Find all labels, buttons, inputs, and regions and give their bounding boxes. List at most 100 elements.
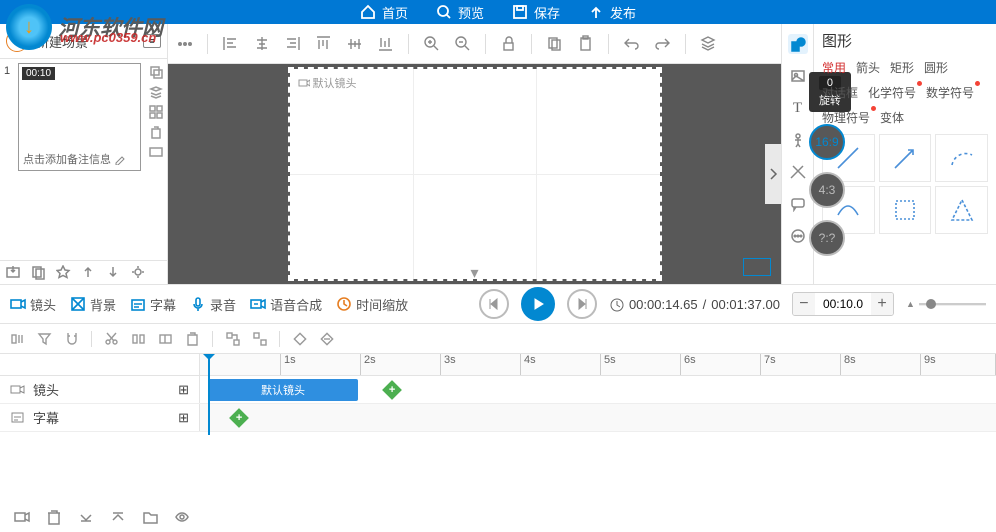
tab-variant[interactable]: 变体 xyxy=(880,109,904,126)
eye-icon[interactable] xyxy=(174,509,190,525)
playhead[interactable] xyxy=(208,354,210,435)
undo-icon[interactable] xyxy=(623,35,640,52)
aspect-16-9[interactable]: 16:9 xyxy=(809,124,845,160)
keyframe-marker[interactable]: + xyxy=(382,380,402,400)
zoom-out-icon[interactable] xyxy=(454,35,471,52)
key-add-icon[interactable] xyxy=(292,331,307,346)
tab-chem[interactable]: 化学符号 xyxy=(868,84,916,101)
magnet-icon[interactable] xyxy=(64,331,79,346)
canvas-stage[interactable]: 默认镜头 ▾ 0 旋转 16:9 4:3 ?:? xyxy=(168,64,781,284)
layers-icon[interactable] xyxy=(149,85,163,99)
shape-dashed-rect[interactable] xyxy=(879,186,932,234)
paste-icon[interactable] xyxy=(577,35,594,52)
prev-frame[interactable] xyxy=(479,289,509,319)
play-button[interactable] xyxy=(521,287,555,321)
ungroup-icon[interactable] xyxy=(252,331,267,346)
down-icon[interactable] xyxy=(106,265,121,280)
keyframe-marker[interactable]: + xyxy=(229,408,249,428)
merge-icon[interactable] xyxy=(158,331,173,346)
add-background[interactable]: 背景 xyxy=(70,295,116,314)
crop-tab[interactable] xyxy=(788,162,808,182)
track-expand-icon[interactable]: ⊞ xyxy=(178,382,189,398)
aspect-custom[interactable]: ?:? xyxy=(809,220,845,256)
frame-preview[interactable] xyxy=(743,258,771,276)
aspect-4-3[interactable]: 4:3 xyxy=(809,172,845,208)
nav-home[interactable]: 首页 xyxy=(360,3,408,22)
zoom-minus[interactable]: − xyxy=(793,293,815,315)
collapse-icon[interactable] xyxy=(78,509,94,525)
snap-icon[interactable] xyxy=(10,331,25,346)
import-icon[interactable] xyxy=(6,265,21,280)
zoom-plus[interactable]: + xyxy=(871,293,893,315)
tab-math[interactable]: 数学符号 xyxy=(926,84,974,101)
add-tts[interactable]: 语音合成 xyxy=(250,295,322,314)
track-camera-body[interactable]: 默认镜头 + xyxy=(200,376,996,403)
nav-publish[interactable]: 发布 xyxy=(588,3,636,22)
shapes-tab[interactable] xyxy=(788,34,808,54)
add-subtitle[interactable]: 字幕 xyxy=(130,295,176,314)
more-horiz-icon[interactable] xyxy=(176,35,193,52)
image-tab[interactable] xyxy=(788,66,808,86)
speech-tab[interactable] xyxy=(788,194,808,214)
align-center-icon[interactable] xyxy=(253,35,270,52)
align-right-icon[interactable] xyxy=(284,35,301,52)
redo-icon[interactable] xyxy=(654,35,671,52)
tab-circle[interactable]: 圆形 xyxy=(924,59,948,76)
track-subtitle-body[interactable]: + xyxy=(200,404,996,431)
timeline-ruler[interactable]: 1s 2s 3s 4s 5s 6s 7s 8s 9s 10 xyxy=(200,354,996,375)
lock-icon[interactable] xyxy=(500,35,517,52)
tab-rect[interactable]: 矩形 xyxy=(890,59,914,76)
more-tab[interactable] xyxy=(788,226,808,246)
add-record[interactable]: 录音 xyxy=(190,295,236,314)
scene-thumbnail[interactable]: 00:10 点击添加备注信息 xyxy=(18,63,141,171)
track-subtitle-head[interactable]: 字幕 ⊞ xyxy=(0,404,200,431)
time-warp[interactable]: 时间缩放 xyxy=(336,295,408,314)
shape-triangle[interactable] xyxy=(935,186,988,234)
split-icon[interactable] xyxy=(131,331,146,346)
shape-arrow-line[interactable] xyxy=(879,134,932,182)
zoom-slider[interactable]: ▲ xyxy=(906,299,986,309)
group-icon[interactable] xyxy=(225,331,240,346)
filter-icon[interactable] xyxy=(37,331,52,346)
key-remove-icon[interactable] xyxy=(319,331,334,346)
canvas[interactable]: 默认镜头 ▾ xyxy=(290,69,660,279)
nav-save[interactable]: 保存 xyxy=(512,3,560,22)
track-camera-head[interactable]: 镜头 ⊞ xyxy=(0,376,200,403)
tab-dialog[interactable]: 对话框 xyxy=(822,84,858,101)
chevron-down-icon[interactable]: ▾ xyxy=(470,263,478,283)
track-expand-icon[interactable]: ⊞ xyxy=(178,410,189,426)
folder-icon[interactable] xyxy=(142,509,158,525)
scene-note[interactable]: 点击添加备注信息 xyxy=(23,151,125,167)
settings-icon[interactable] xyxy=(131,265,146,280)
tab-common[interactable]: 常用 xyxy=(822,59,846,76)
next-frame[interactable] xyxy=(567,289,597,319)
tab-phys[interactable]: 物理符号 xyxy=(822,109,870,126)
tab-arrow[interactable]: 箭头 xyxy=(856,59,880,76)
expand-right-tab[interactable] xyxy=(765,144,781,204)
trash-bottom-icon[interactable] xyxy=(46,509,62,525)
align-bottom-icon[interactable] xyxy=(377,35,394,52)
grid-icon[interactable] xyxy=(149,105,163,119)
person-tab[interactable] xyxy=(788,130,808,150)
expand-bottom-icon[interactable] xyxy=(110,509,126,525)
nav-preview[interactable]: 预览 xyxy=(436,3,484,22)
copy-action-icon[interactable] xyxy=(546,35,563,52)
shape-arc[interactable] xyxy=(935,134,988,182)
zoom-in-icon[interactable] xyxy=(423,35,440,52)
up-icon[interactable] xyxy=(81,265,96,280)
delete-clip-icon[interactable] xyxy=(185,331,200,346)
align-middle-icon[interactable] xyxy=(346,35,363,52)
duplicate-icon[interactable] xyxy=(31,265,46,280)
copy-icon[interactable] xyxy=(149,65,163,79)
record-video-icon[interactable] xyxy=(14,509,30,525)
layers-action-icon[interactable] xyxy=(700,35,717,52)
cut-icon[interactable] xyxy=(104,331,119,346)
align-top-icon[interactable] xyxy=(315,35,332,52)
text-tab[interactable]: T xyxy=(788,98,808,118)
star-icon[interactable] xyxy=(56,265,71,280)
camera-clip[interactable]: 默认镜头 xyxy=(208,379,358,401)
add-camera[interactable]: 镜头 xyxy=(10,295,56,314)
trash-icon[interactable] xyxy=(149,125,163,139)
align-left-icon[interactable] xyxy=(222,35,239,52)
more-icon[interactable] xyxy=(149,145,163,159)
